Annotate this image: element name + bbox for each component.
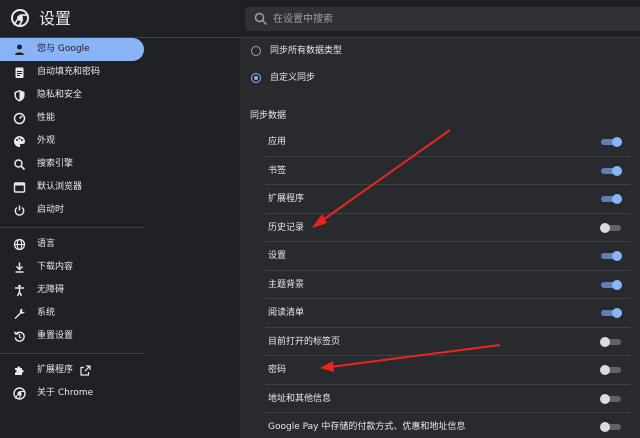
sidebar: 您与 Google 自动填充和密码 隐私和安全 性能 外观 搜索引擎 默认浏览器…: [0, 38, 145, 438]
sync-row-addresses: 地址和其他信息: [265, 385, 630, 413]
sidebar-item-search-engine[interactable]: 搜索引擎: [0, 153, 145, 176]
sidebar-item-label: 默认浏览器: [37, 182, 83, 192]
sync-label: 密码: [268, 365, 287, 375]
sync-label: 目前打开的标签页: [268, 336, 341, 347]
search-icon: [14, 159, 26, 171]
sidebar-item-label: 搜索引擎: [37, 159, 74, 169]
toggle-switch[interactable]: [600, 250, 622, 262]
sidebar-item-label: 扩展程序: [37, 365, 74, 375]
search-box[interactable]: [245, 7, 640, 31]
sidebar-item-label: 下载内容: [37, 262, 74, 272]
browser-icon: [13, 182, 26, 193]
sidebar-item-label: 无障碍: [37, 285, 65, 295]
sync-row-history: 历史记录: [265, 214, 630, 242]
radio-label: 同步所有数据类型: [270, 46, 343, 56]
main-content: 同步所有数据类型 自定义同步 同步数据 应用 书签 扩展程序 历史记录 设置 主…: [145, 38, 640, 438]
download-icon: [15, 262, 24, 273]
radio-button[interactable]: [251, 73, 261, 83]
sidebar-item-default-browser[interactable]: 默认浏览器: [0, 176, 145, 199]
settings-app: 设置 您与 Google 自动填充和密码: [0, 0, 640, 438]
sidebar-item-label: 性能: [37, 113, 56, 123]
search-input[interactable]: [273, 7, 633, 31]
toggle-switch[interactable]: [600, 393, 622, 405]
sync-label: 设置: [268, 251, 287, 261]
toggle-switch[interactable]: [600, 307, 622, 319]
radio-button[interactable]: [251, 46, 261, 56]
chrome-logo-icon: [11, 9, 29, 27]
sync-label: 阅读清单: [268, 308, 305, 318]
reset-icon: [13, 331, 25, 342]
puzzle-icon: [15, 366, 24, 375]
sync-row-bookmarks: 书签: [265, 157, 630, 185]
sync-label: 书签: [268, 165, 287, 176]
power-icon: [14, 205, 25, 216]
sync-label: 应用: [268, 137, 287, 147]
sync-label: 地址和其他信息: [268, 393, 332, 404]
palette-icon: [14, 136, 25, 147]
sidebar-item-about-chrome[interactable]: 关于 Chrome: [0, 382, 145, 405]
sync-row-open-tabs: 目前打开的标签页: [265, 328, 630, 356]
sync-label: 历史记录: [268, 222, 305, 233]
sidebar-item-label: 自动填充和密码: [37, 67, 101, 77]
toggle-switch[interactable]: [600, 165, 622, 177]
sidebar-item-you-and-google[interactable]: 您与 Google: [0, 38, 144, 61]
sync-label: 扩展程序: [268, 194, 305, 204]
person-icon: [15, 44, 24, 55]
sidebar-item-languages[interactable]: 语言: [0, 233, 145, 256]
toggle-switch[interactable]: [600, 136, 622, 148]
speedometer-icon: [13, 112, 26, 125]
globe-icon: [13, 238, 26, 251]
sync-row-extensions: 扩展程序: [265, 185, 630, 214]
sidebar-item-privacy[interactable]: 隐私和安全: [0, 84, 145, 107]
sync-row-themes: 主题背景: [265, 271, 630, 299]
toggle-switch[interactable]: [600, 279, 622, 291]
sidebar-item-label: 关于 Chrome: [37, 388, 94, 398]
sync-row-settings: 设置: [265, 242, 630, 271]
toggle-switch[interactable]: [600, 364, 622, 376]
sidebar-item-label: 隐私和安全: [37, 90, 83, 100]
sync-row-apps: 应用: [265, 128, 630, 157]
sidebar-divider: [0, 353, 145, 354]
open-in-new-icon: [80, 365, 91, 376]
header-bar: 设置: [0, 0, 640, 38]
sidebar-item-label: 启动时: [37, 205, 65, 215]
wrench-icon: [14, 308, 25, 319]
sidebar-divider: [0, 227, 145, 228]
toggle-switch[interactable]: [600, 421, 622, 433]
sidebar-item-appearance[interactable]: 外观: [0, 130, 145, 153]
sidebar-item-extensions[interactable]: 扩展程序: [0, 359, 145, 382]
toggle-switch[interactable]: [600, 193, 622, 205]
search-icon: [254, 12, 268, 26]
sync-settings-card: 同步所有数据类型 自定义同步 同步数据 应用 书签 扩展程序 历史记录 设置 主…: [240, 38, 640, 438]
chrome-icon: [13, 387, 26, 400]
sync-data-list: 应用 书签 扩展程序 历史记录 设置 主题背景 阅读清单 目前打开的标签页 密码…: [265, 128, 630, 438]
radio-customize-sync[interactable]: 自定义同步: [240, 65, 640, 93]
sync-row-passwords: 密码: [265, 356, 630, 385]
sidebar-item-label: 系统: [37, 308, 56, 318]
sync-row-reading-list: 阅读清单: [265, 299, 630, 328]
toggle-switch[interactable]: [600, 336, 622, 348]
clipboard-icon: [15, 67, 24, 78]
accessibility-icon: [15, 284, 24, 297]
sidebar-item-autofill[interactable]: 自动填充和密码: [0, 61, 145, 84]
sidebar-item-label: 您与 Google: [37, 44, 90, 54]
sidebar-item-label: 语言: [37, 239, 56, 249]
sidebar-item-accessibility[interactable]: 无障碍: [0, 279, 145, 302]
toggle-switch[interactable]: [600, 222, 622, 234]
sidebar-item-system[interactable]: 系统: [0, 302, 145, 325]
sidebar-item-label: 外观: [37, 136, 56, 146]
sidebar-item-reset-settings[interactable]: 重置设置: [0, 325, 145, 348]
sidebar-item-label: 重置设置: [37, 331, 74, 341]
sync-label: Google Pay 中存储的付款方式、优惠和地址信息: [268, 422, 466, 432]
sidebar-item-downloads[interactable]: 下载内容: [0, 256, 145, 279]
radio-sync-all[interactable]: 同步所有数据类型: [240, 38, 640, 66]
sidebar-item-on-startup[interactable]: 启动时: [0, 199, 145, 222]
sync-label: 主题背景: [268, 279, 305, 290]
page-title: 设置: [39, 9, 72, 28]
sync-row-google-pay: Google Pay 中存储的付款方式、优惠和地址信息: [265, 413, 630, 438]
radio-label: 自定义同步: [270, 73, 316, 83]
shield-icon: [14, 90, 25, 102]
sidebar-item-performance[interactable]: 性能: [0, 107, 145, 130]
section-title: 同步数据: [250, 111, 287, 121]
